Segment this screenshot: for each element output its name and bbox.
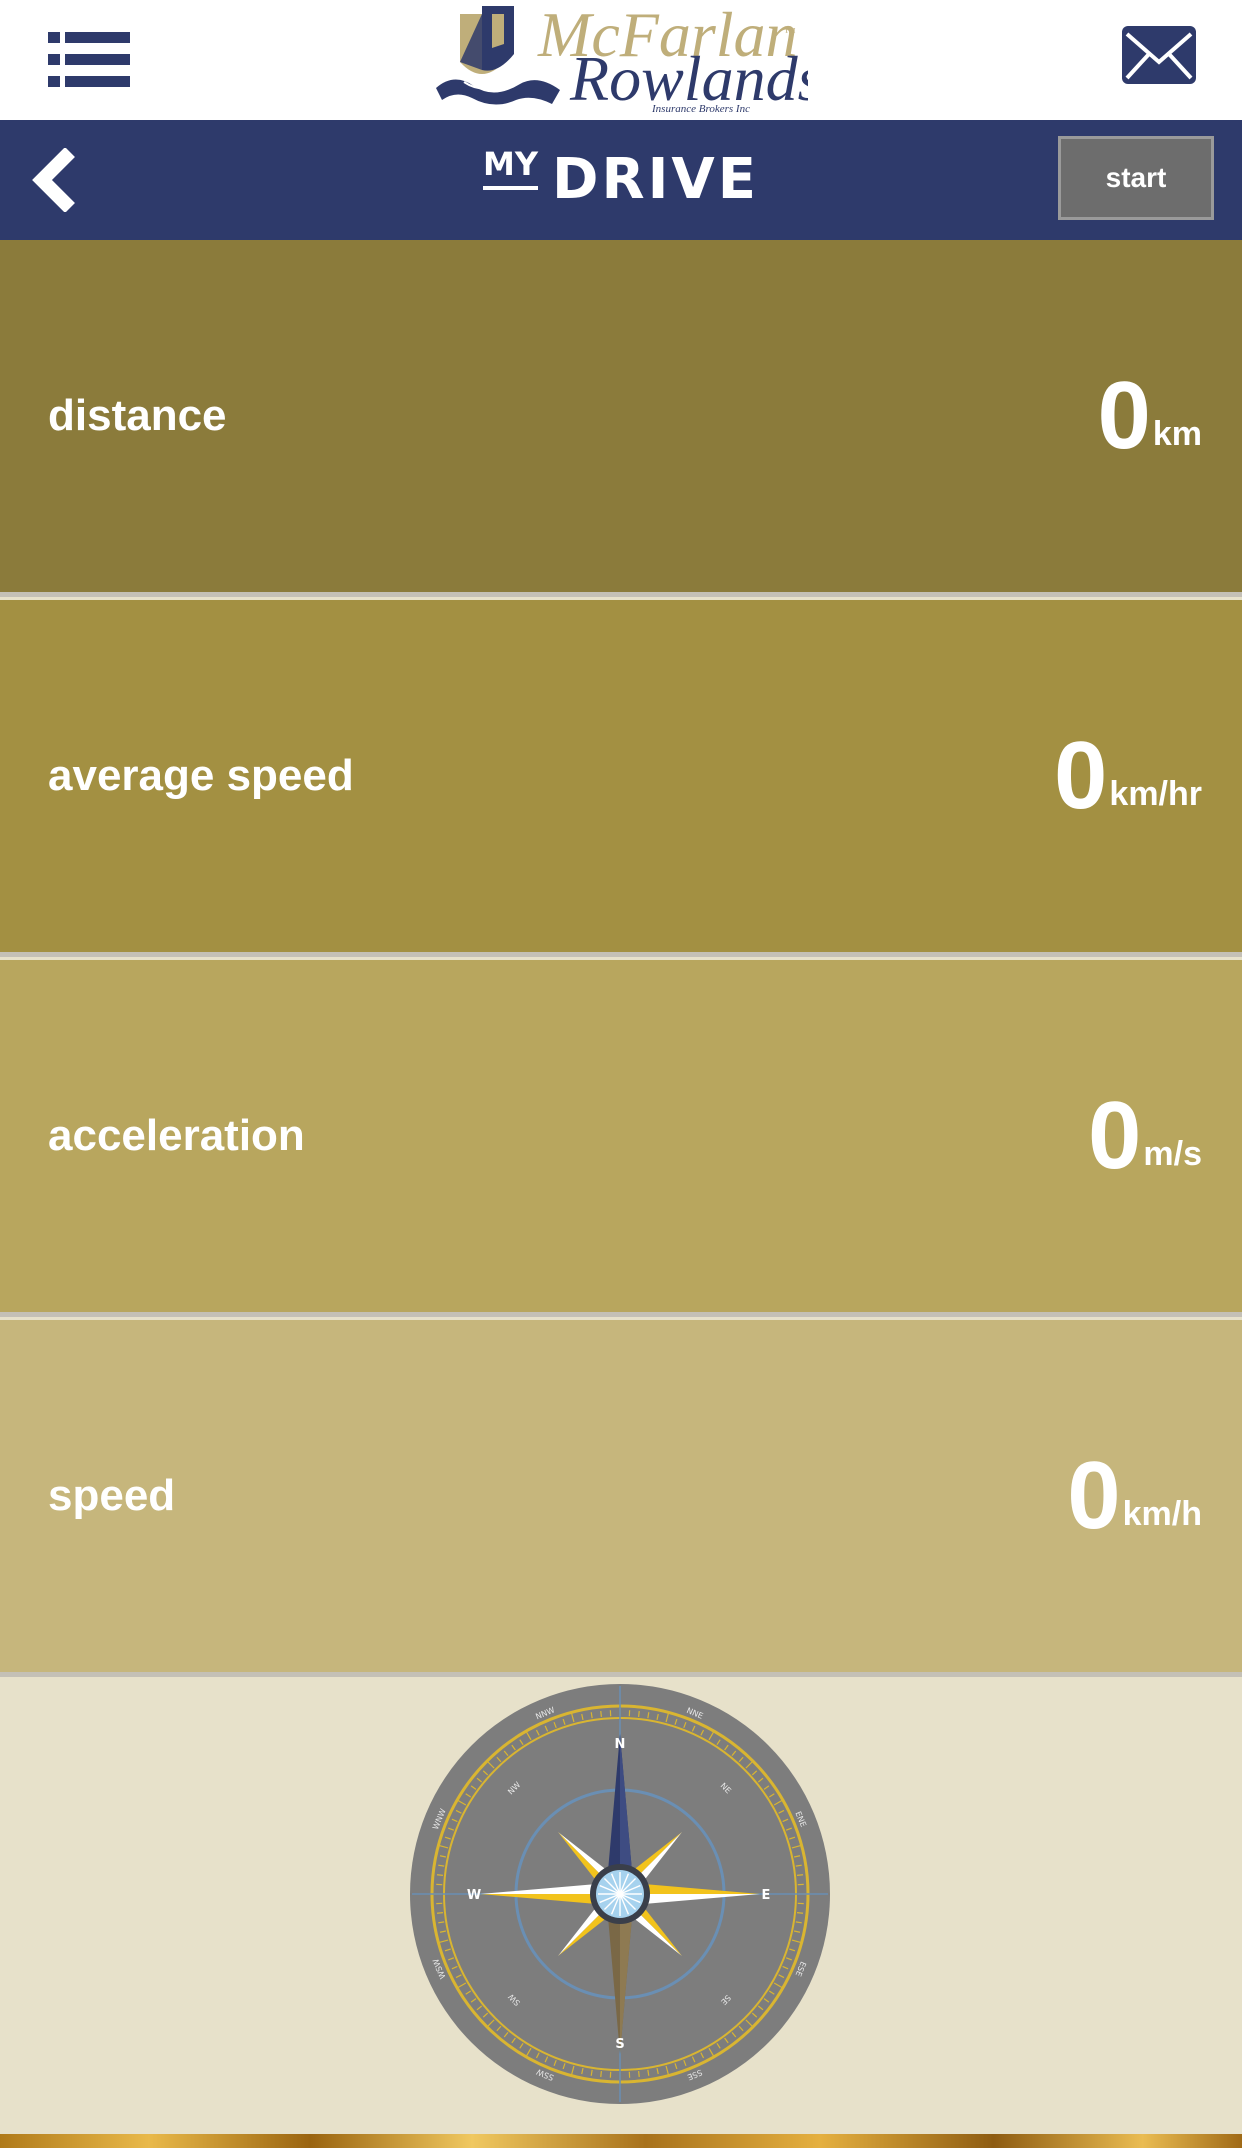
stat-unit: m/s [1143,1134,1202,1173]
compass-rose-icon: N E S W NNENEENEESESESSESSWSWWSWWNWNWNNW [410,1684,830,2104]
compass-west: W [467,1888,481,1903]
stat-average-speed: average speed 0 km/hr [0,600,1242,957]
stat-unit: km [1152,414,1202,453]
stat-distance: distance 0 km [0,240,1242,597]
stat-unit: km/h [1122,1494,1202,1533]
compass: N E S W NNE NE ENE ESE SE SSE SSW SW WSW WNW NW NNW [408,1682,832,2106]
mail-button[interactable] [1122,26,1196,86]
stat-label: acceleration [48,1111,305,1160]
list-menu-icon [48,32,130,87]
svg-text:™: ™ [784,25,796,39]
stat-acceleration: acceleration 0 m/s [0,960,1242,1317]
stat-label: average speed [48,751,354,800]
menu-button[interactable] [48,30,130,90]
stat-number: 0 [1088,1082,1142,1189]
compass-east: E [762,1888,771,1903]
stat-label: distance [48,391,227,440]
back-button[interactable] [28,147,84,213]
nav-bar: MY DRIVE start [0,120,1242,240]
bottom-image-strip [0,2134,1242,2148]
chevron-left-icon [32,147,75,213]
compass-south: S [615,2037,624,2052]
stat-value: 0 km/hr [1054,600,1202,952]
svg-text:Insurance Brokers Inc: Insurance Brokers Inc [651,103,750,115]
stat-unit: km/hr [1109,774,1202,813]
stat-speed: speed 0 km/h [0,1320,1242,1677]
stat-number: 0 [1067,1442,1121,1549]
page-title-my: MY [482,148,538,190]
brand-logo: McFarlan Rowlands Insurance Brokers Inc … [434,0,822,118]
stat-value: 0 m/s [1088,960,1202,1312]
stat-value: 0 km [1097,240,1202,592]
compass-north: N [615,1737,626,1752]
stat-number: 0 [1054,722,1108,829]
top-header: McFarlan Rowlands Insurance Brokers Inc … [0,0,1242,120]
start-button[interactable]: start [1058,136,1214,220]
page-title: MY DRIVE [0,120,1242,240]
stat-value: 0 km/h [1067,1320,1202,1672]
stat-label: speed [48,1471,176,1520]
envelope-icon [1122,26,1196,84]
page-title-drive: DRIVE [551,147,760,212]
stat-number: 0 [1097,362,1151,469]
